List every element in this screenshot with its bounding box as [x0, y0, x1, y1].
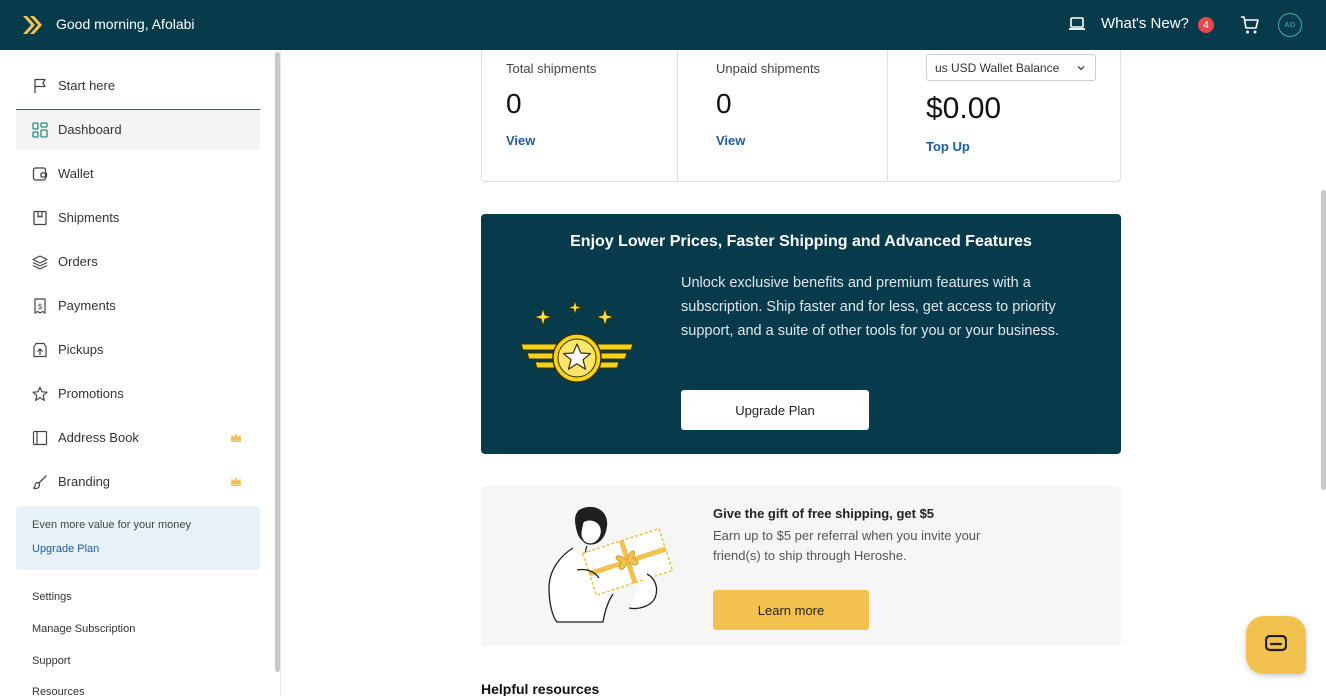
sidebar-item-branding[interactable]: Branding — [16, 462, 260, 502]
notification-badge: 4 — [1198, 17, 1214, 33]
support-link[interactable]: Support — [32, 655, 71, 667]
winged-star-badge-illustration — [520, 300, 634, 383]
brush-icon — [32, 475, 47, 490]
referral-description: Earn up to $5 per referral when you invi… — [713, 528, 981, 563]
learn-more-button[interactable]: Learn more — [713, 590, 869, 630]
sidebar-item-label: Branding — [58, 474, 111, 489]
receipt-dollar-icon: $ — [34, 298, 46, 314]
sidebar-item-shipments[interactable]: Shipments — [16, 198, 260, 238]
double-chevron-logo-icon[interactable] — [22, 14, 42, 36]
sidebar-item-label: Shipments — [58, 210, 120, 225]
sidebar-item-label: Payments — [58, 298, 116, 313]
upsell-card: Even more value for your money Upgrade P… — [16, 506, 260, 570]
star-icon — [32, 386, 48, 401]
sidebar-item-label: Wallet — [58, 166, 94, 181]
sidebar-item-dashboard[interactable]: Dashboard — [16, 110, 260, 150]
upgrade-promo-banner: Enjoy Lower Prices, Faster Shipping and … — [481, 214, 1121, 454]
sidebar-divider — [280, 50, 281, 696]
top-up-link[interactable]: Top Up — [926, 139, 970, 154]
sidebar-item-label: Dashboard — [58, 122, 122, 137]
upgrade-plan-link[interactable]: Upgrade Plan — [32, 543, 99, 555]
book-icon — [32, 430, 48, 446]
sidebar-item-start-here[interactable]: Start here — [16, 66, 260, 106]
total-shipments-label: Total shipments — [506, 61, 597, 76]
svg-text:$: $ — [37, 302, 42, 311]
sidebar-item-label: Pickups — [58, 342, 104, 357]
cart-icon[interactable] — [1240, 15, 1260, 35]
crown-icon — [231, 433, 241, 442]
layers-icon — [32, 255, 48, 270]
divider — [887, 50, 888, 181]
unpaid-shipments-value: 0 — [716, 88, 732, 119]
sidebar-item-label: Start here — [58, 78, 116, 93]
upgrade-plan-button[interactable]: Upgrade Plan — [681, 390, 869, 430]
sidebar-item-wallet[interactable]: Wallet — [16, 154, 260, 194]
wallet-select-value: us USD Wallet Balance — [935, 61, 1060, 75]
top-bar: Good morning, Afolabi What's New? 4 AO — [0, 0, 1326, 50]
sidebar-scrollbar[interactable] — [275, 52, 280, 672]
sidebar-item-payments[interactable]: $ Payments — [16, 286, 260, 326]
manage-subscription-link[interactable]: Manage Subscription — [32, 623, 135, 635]
unpaid-shipments-label: Unpaid shipments — [716, 61, 821, 76]
grid-icon — [32, 122, 48, 138]
main-scrollbar[interactable] — [1321, 190, 1326, 490]
wallet-currency-select[interactable]: us USD Wallet Balance — [926, 54, 1096, 81]
promo-description: Unlock exclusive benefits and premium fe… — [681, 275, 1060, 339]
greeting-text: Good morning, Afolabi — [56, 16, 195, 32]
settings-link[interactable]: Settings — [32, 591, 72, 603]
flag-icon — [34, 78, 46, 93]
sidebar-item-promotions[interactable]: Promotions — [16, 374, 260, 414]
chevron-down-icon — [1077, 66, 1085, 71]
sidebar-item-label: Promotions — [58, 386, 124, 401]
promo-title: Enjoy Lower Prices, Faster Shipping and … — [570, 233, 1032, 250]
sidebar-item-label: Address Book — [58, 430, 139, 445]
person-holding-gift-illustration — [548, 506, 673, 623]
upsell-text: Even more value for your money — [32, 519, 191, 531]
referral-title: Give the gift of free shipping, get $5 — [713, 506, 935, 521]
box-icon — [33, 210, 47, 226]
referral-card: Give the gift of free shipping, get $5 E… — [481, 486, 1121, 646]
wallet-icon — [32, 167, 48, 181]
total-shipments-value: 0 — [506, 88, 522, 119]
pickup-box-icon — [33, 342, 47, 358]
divider — [677, 50, 678, 181]
crown-icon — [231, 477, 241, 486]
unpaid-shipments-view-link[interactable]: View — [716, 133, 745, 148]
avatar[interactable]: AO — [1278, 13, 1302, 37]
sidebar-item-label: Orders — [58, 254, 98, 269]
helpful-resources-heading: Helpful resources — [481, 681, 600, 696]
sidebar-item-address-book[interactable]: Address Book — [16, 418, 260, 458]
laptop-icon[interactable] — [1068, 15, 1086, 33]
sidebar-item-pickups[interactable]: Pickups — [16, 330, 260, 370]
chat-button[interactable] — [1246, 616, 1306, 674]
wallet-balance-value: $0.00 — [926, 92, 1002, 125]
total-shipments-view-link[interactable]: View — [506, 133, 535, 148]
sidebar-item-orders[interactable]: Orders — [16, 242, 260, 282]
whats-new-link[interactable]: What's New? — [1101, 15, 1189, 32]
resources-link[interactable]: Resources — [32, 686, 85, 696]
chat-icon — [1265, 635, 1287, 652]
